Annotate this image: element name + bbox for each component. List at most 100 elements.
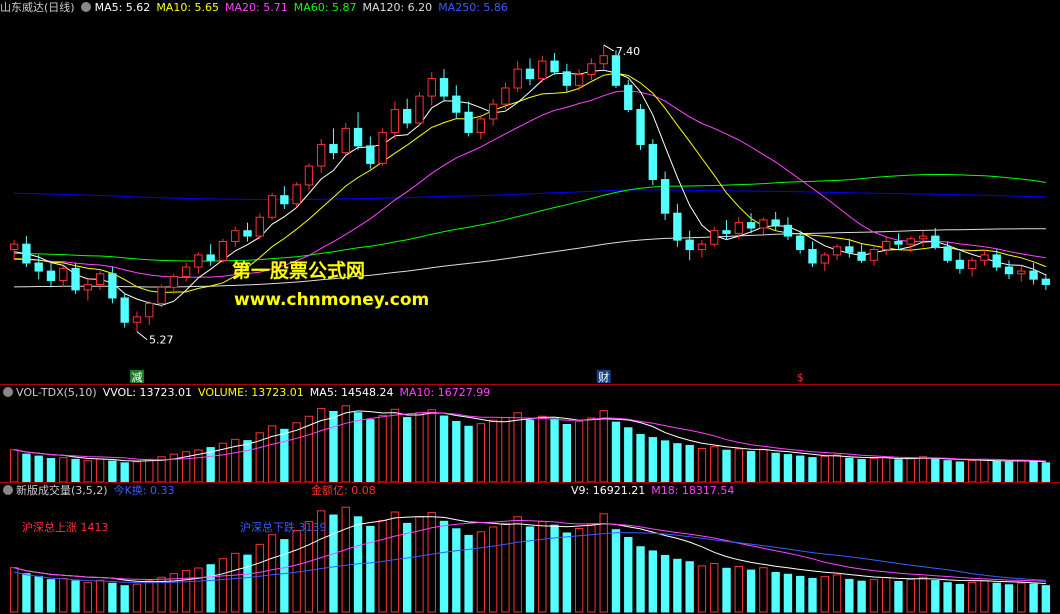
candle-body [906, 238, 915, 245]
event-marker: 减 [131, 371, 142, 384]
volume-bar [280, 539, 289, 613]
candle-body [231, 230, 240, 242]
volume-bar [22, 453, 31, 483]
volume-bar [710, 563, 719, 613]
candle-body [648, 144, 658, 181]
volume-bar [550, 418, 559, 483]
candle-body [22, 243, 31, 264]
volume-bar [906, 578, 915, 613]
volume-bar [599, 513, 608, 613]
volume-bar [931, 458, 940, 483]
ma20-label: MA20: 5.71 [225, 1, 288, 14]
candle-body [624, 84, 633, 111]
volume-bar [243, 440, 252, 483]
volume-bar [1017, 460, 1026, 483]
ma250-label: MA250: 5.86 [438, 1, 508, 14]
candle-body [820, 254, 829, 264]
candle-body [525, 68, 535, 80]
volume-bar [9, 449, 19, 483]
indicator-panel[interactable] [9, 506, 1051, 613]
annotation-leader [136, 331, 148, 341]
volume-bar [427, 409, 436, 483]
candle-body [9, 243, 19, 251]
volume-bar [771, 571, 780, 613]
ind-name[interactable]: 新版成交量(3,5,2) [16, 484, 108, 497]
candle-body [120, 297, 129, 323]
volume-bar [845, 578, 854, 613]
volume-bar [796, 455, 805, 483]
volume-bar [955, 461, 965, 483]
candle-body [218, 240, 228, 261]
candle-body [1041, 278, 1051, 286]
candle-body [611, 55, 621, 86]
volume-bar [464, 534, 473, 613]
title-label[interactable]: 山东威达(日线) [0, 1, 75, 14]
candle-body [980, 254, 989, 261]
volume-bar [341, 405, 350, 483]
candle-body [562, 71, 572, 86]
volume-bar [132, 461, 142, 483]
candle-body [329, 144, 338, 154]
volume-bar [783, 573, 793, 613]
vol-name[interactable]: VOL-TDX(5,10) [16, 386, 97, 399]
volume-bar [120, 462, 129, 483]
candle-body [673, 212, 682, 241]
volume-bar [648, 550, 658, 613]
volume-bar [624, 427, 633, 483]
candle-body [439, 78, 449, 97]
volume-bar [59, 457, 68, 483]
volume-bar [943, 460, 952, 483]
volume-bar [611, 529, 621, 613]
candle-body [845, 246, 854, 253]
volume-bar [243, 554, 252, 613]
volume-bar [906, 457, 915, 483]
volume-bar [329, 410, 338, 483]
volume-bar [34, 575, 43, 613]
volume-bar [59, 577, 68, 613]
candle-body [992, 254, 1001, 268]
note-up-label: 沪深总上涨 1413 [22, 521, 109, 534]
vol-header: VOL-TDX(5,10) VVOL: 13723.01 VOLUME: 13723… [0, 385, 496, 401]
volume-bar [46, 579, 56, 613]
stock-chart: 7.40 5.27 减 财 $ 山东威达(日线) MA5: 5.62 MA10: 5.65 M… [0, 0, 1060, 614]
volume-bar [611, 421, 621, 483]
volume-bar [9, 567, 19, 613]
candle-body [1004, 266, 1014, 275]
volume-label: VOLUME: 13723.01 [198, 386, 304, 399]
volume-bar [501, 417, 510, 483]
kline-panel[interactable]: 7.40 5.27 减 财 $ [9, 44, 1051, 384]
volume-bar [95, 458, 105, 483]
candle-body [771, 219, 780, 226]
volume-bar [574, 420, 584, 483]
candle-body [366, 145, 375, 164]
volume-bar [992, 582, 1001, 613]
volume-bar [783, 454, 793, 483]
candle-body [46, 270, 56, 282]
volume-bar [562, 424, 572, 483]
volume-bar [402, 417, 412, 483]
ind-header: 新版成交量(3,5,2) 今K换: 0.33 [0, 483, 181, 499]
volume-bar [292, 422, 301, 483]
v9-label: V9: 16921.21 [571, 484, 646, 497]
candle-body [869, 249, 879, 261]
candle-body [636, 109, 645, 146]
collapse-icon[interactable] [80, 2, 91, 12]
collapse-icon[interactable] [3, 387, 13, 397]
candle-body [280, 195, 289, 205]
volume-bar [734, 566, 743, 613]
volume-bar [845, 457, 854, 483]
m18-label: M18: 18317.54 [651, 484, 735, 497]
candle-body [943, 246, 952, 261]
volume-bar [967, 581, 977, 613]
volume-bar [1029, 461, 1038, 483]
candle-body [341, 127, 350, 154]
candle-body [967, 259, 977, 269]
candle-body [513, 68, 522, 89]
collapse-icon[interactable] [3, 485, 13, 495]
volume-bar [587, 523, 596, 613]
volume-bar [378, 414, 387, 483]
volume-bar [108, 582, 117, 613]
volume-panel[interactable] [9, 405, 1051, 483]
candle-body [574, 74, 584, 86]
volume-bar [513, 412, 522, 483]
